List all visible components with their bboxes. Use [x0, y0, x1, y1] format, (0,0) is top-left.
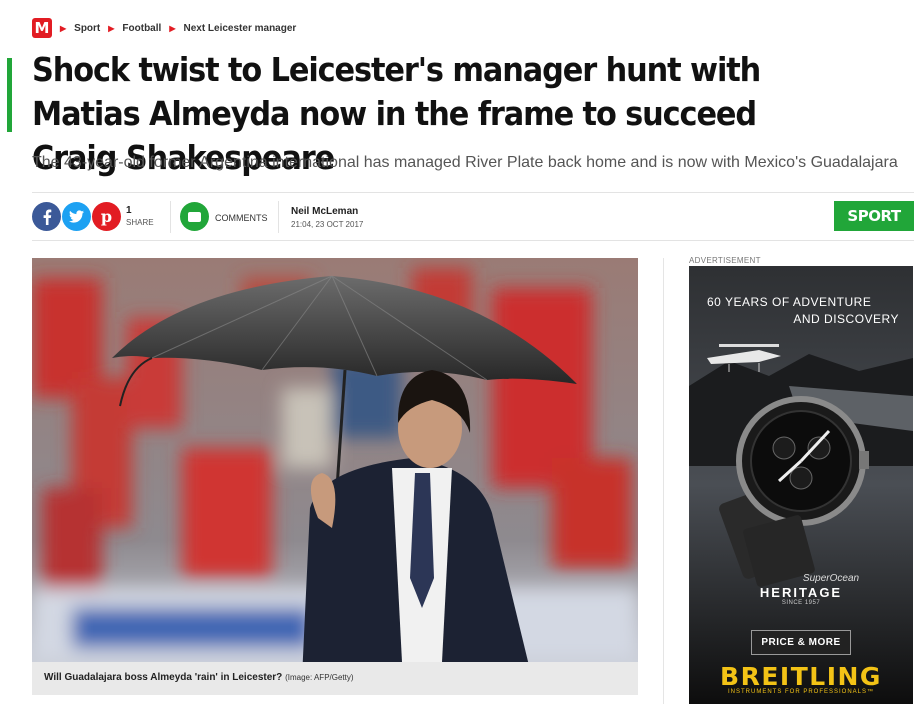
caption-text: Will Guadalajara boss Almeyda 'rain' in …: [44, 672, 283, 683]
column-divider: [663, 258, 664, 704]
mirror-logo[interactable]: M: [32, 18, 52, 38]
ad-tagline: INSTRUMENTS FOR PROFESSIONALS™: [727, 689, 874, 695]
breitling-advert[interactable]: 60 YEARS OF ADVENTURE AND DISCOVERY Supe…: [689, 266, 913, 704]
facebook-icon[interactable]: [32, 202, 61, 231]
ad-model-name: HERITAGE: [759, 585, 843, 600]
ad-model-script: SuperOcean: [802, 573, 860, 584]
twitter-icon[interactable]: [62, 202, 91, 231]
divider: [278, 201, 279, 233]
price-and-more-button[interactable]: PRICE & MORE: [751, 630, 851, 655]
share-count: 1: [126, 205, 132, 216]
ad-headline-line2: AND DISCOVERY: [793, 312, 899, 326]
headline-accent-bar: [7, 58, 12, 132]
breadcrumb-next-leicester-manager[interactable]: Next Leicester manager: [183, 23, 296, 34]
image-credit: (Image: AFP/Getty): [285, 673, 354, 682]
pinterest-icon[interactable]: p: [92, 202, 121, 231]
chevron-right-icon: ▶: [169, 23, 176, 33]
comments-link[interactable]: COMMENTS: [215, 213, 268, 223]
share-label: SHARE: [126, 218, 154, 227]
image-caption: Will Guadalajara boss Almeyda 'rain' in …: [32, 662, 638, 695]
breadcrumb: M ▶ Sport ▶ Football ▶ Next Leicester ma…: [32, 18, 296, 38]
share-bar: p 1 SHARE COMMENTS Neil McLeman 21:04, 2…: [32, 192, 914, 241]
article-hero-image[interactable]: [32, 258, 638, 662]
chevron-right-icon: ▶: [108, 23, 115, 33]
comments-icon[interactable]: [180, 202, 209, 231]
publish-date: 21:04, 23 OCT 2017: [291, 220, 364, 229]
breitling-logo: BREITLING: [720, 662, 882, 691]
breadcrumb-football[interactable]: Football: [122, 23, 161, 34]
author-name[interactable]: Neil McLeman: [291, 206, 358, 217]
chevron-right-icon: ▶: [60, 23, 67, 33]
ad-since: SINCE 1957: [781, 600, 821, 606]
advertisement-label: ADVERTISEMENT: [689, 256, 761, 265]
breadcrumb-sport[interactable]: Sport: [74, 23, 100, 34]
divider: [170, 201, 171, 233]
section-badge[interactable]: SPORT: [834, 201, 914, 231]
ad-headline-line1: 60 YEARS OF ADVENTURE: [707, 295, 872, 309]
standfirst: The 43-year-old former Argentina interna…: [32, 154, 898, 171]
